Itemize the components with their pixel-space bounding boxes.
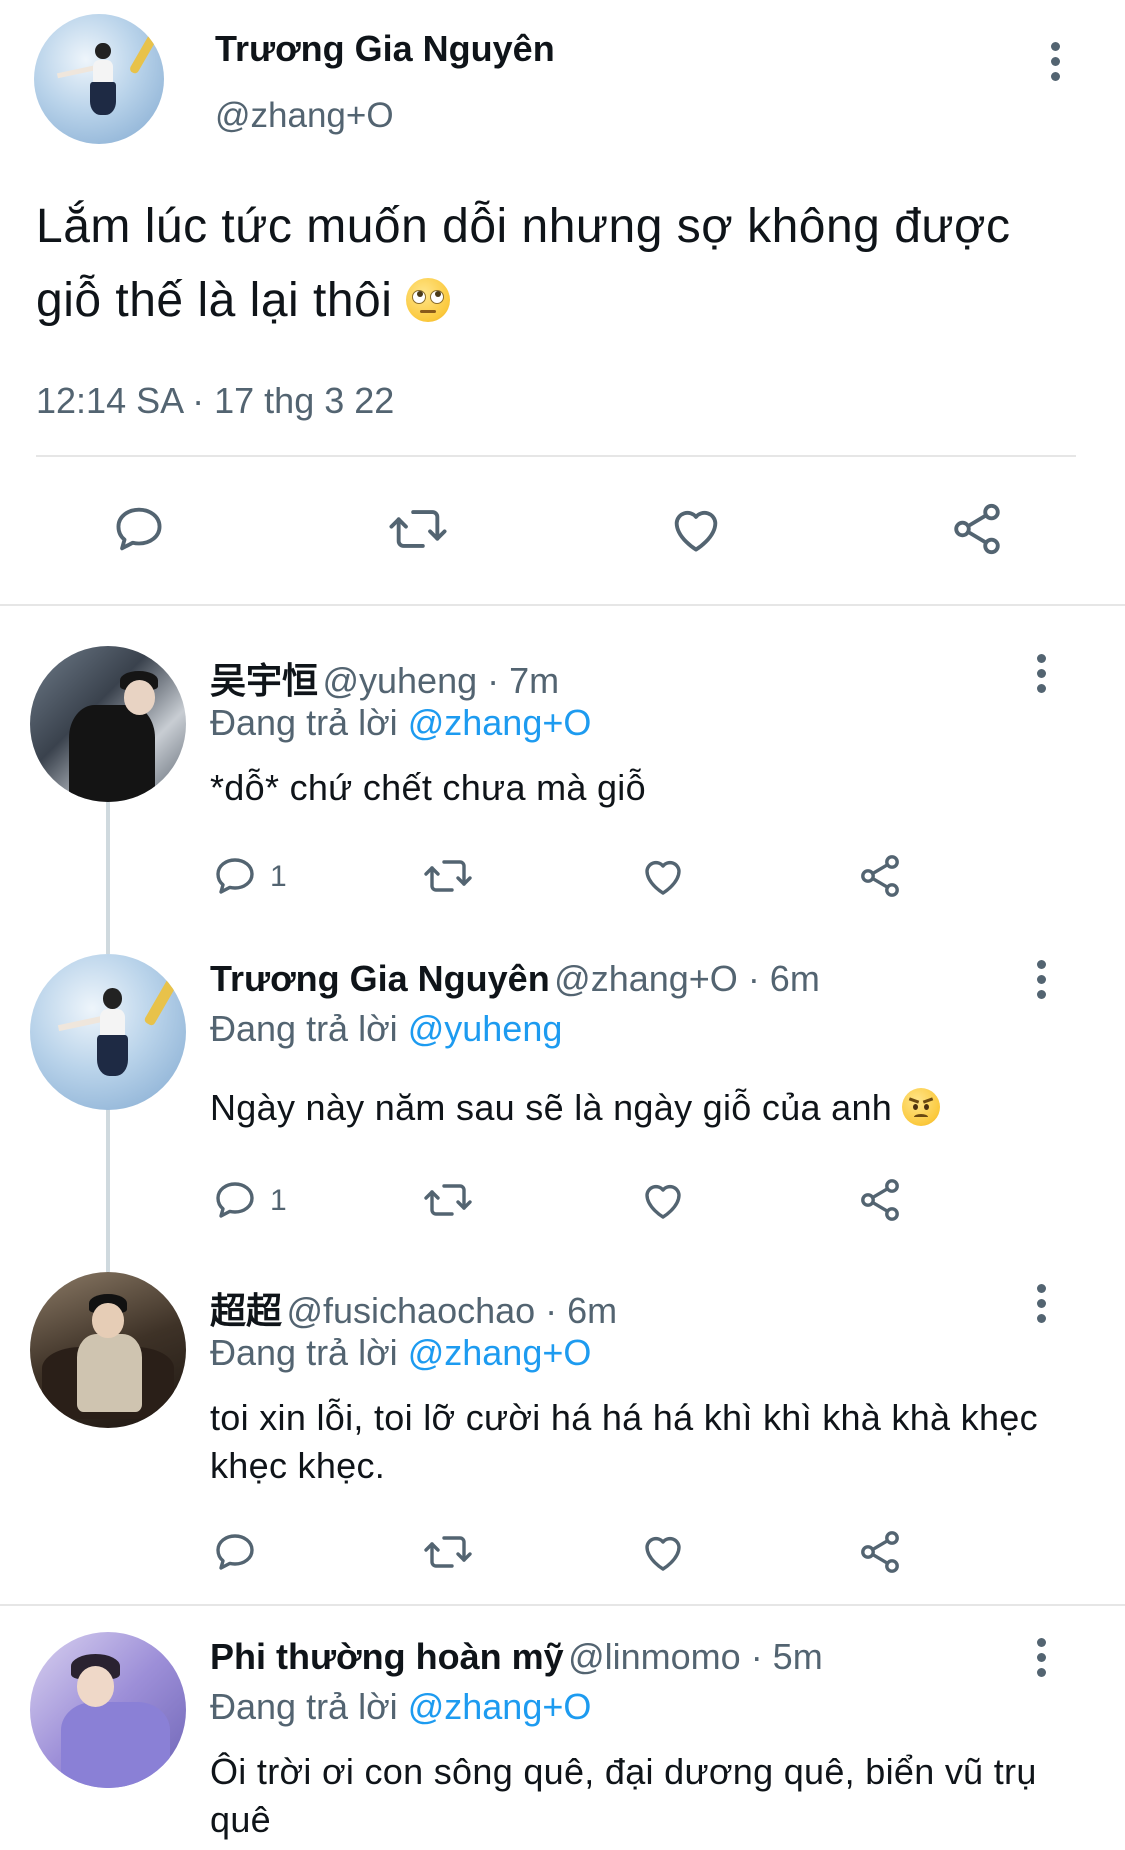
section-divider: [0, 604, 1125, 606]
reply-2-more-icon[interactable]: [1034, 958, 1048, 1002]
reply-4-replying-to: Đang trả lời @zhang+O: [210, 1686, 591, 1728]
reply-3-handle[interactable]: @fusichaochao · 6m: [286, 1290, 617, 1331]
reply-1-header: 吴宇恒 @yuheng · 7m: [210, 652, 559, 704]
reply-3-like-icon[interactable]: [638, 1528, 688, 1576]
reply-4-text: Ôi trời ơi con sông quê, đại dương quê, …: [210, 1751, 1037, 1840]
main-like-icon[interactable]: [666, 500, 726, 558]
reply-2-reply-count: 1: [270, 1184, 287, 1217]
reply-4-name[interactable]: Phi thường hoàn mỹ: [210, 1636, 564, 1677]
reply-2-share-icon[interactable]: [856, 1176, 904, 1224]
main-author-name[interactable]: Trương Gia Nguyên: [215, 28, 555, 70]
reply-3-avatar[interactable]: [30, 1272, 186, 1428]
main-tweet-text: Lắm lúc tức muốn dỗi nhưng sợ không được…: [36, 190, 1036, 338]
reply-1-name[interactable]: 吴宇恒: [210, 660, 318, 701]
reply-3-text: toi xin lỗi, toi lỡ cười há há há khì kh…: [210, 1397, 1038, 1486]
reply-2-text-body: Ngày này năm sau sẽ là ngày giỗ của anh: [210, 1087, 893, 1128]
reply-1-reply-icon[interactable]: [210, 852, 260, 900]
main-author-handle[interactable]: @zhang+O: [215, 96, 394, 136]
reply-3-header: 超超 @fusichaochao · 6m: [210, 1282, 617, 1334]
reply-1-retweet-icon[interactable]: [420, 852, 476, 900]
reply-3-retweet-icon[interactable]: [420, 1528, 476, 1576]
reply-1-mention-link[interactable]: @zhang+O: [408, 702, 592, 743]
main-more-icon[interactable]: [1048, 40, 1062, 84]
main-divider: [36, 455, 1076, 457]
reply-3-name[interactable]: 超超: [210, 1290, 282, 1331]
reply-2-mention-link[interactable]: @yuheng: [408, 1008, 563, 1049]
reply-4-header: Phi thường hoàn mỹ @linmomo · 5m: [210, 1636, 823, 1678]
reply-3-more-icon[interactable]: [1034, 1282, 1048, 1326]
reply-4-handle[interactable]: @linmomo · 5m: [568, 1636, 823, 1677]
reply-1-replying-prefix: Đang trả lời: [210, 702, 398, 743]
main-retweet-icon[interactable]: [386, 500, 450, 558]
reply-1-more-icon[interactable]: [1034, 652, 1048, 696]
reply-1-replying-to: Đang trả lời @zhang+O: [210, 702, 591, 744]
reply-3-share-icon[interactable]: [856, 1528, 904, 1576]
main-share-icon[interactable]: [948, 500, 1006, 558]
reply-divider: [0, 1604, 1125, 1606]
reply-1-text: *dỗ* chứ chết chưa mà giỗ: [210, 767, 646, 808]
reply-1-share-icon[interactable]: [856, 852, 904, 900]
reply-1-avatar[interactable]: [30, 646, 186, 802]
reply-2-replying-prefix: Đang trả lời: [210, 1008, 398, 1049]
reply-3-replying-prefix: Đang trả lời: [210, 1332, 398, 1373]
reply-1-reply-count: 1: [270, 860, 287, 893]
reply-1-like-icon[interactable]: [638, 852, 688, 900]
reply-2-text: Ngày này năm sau sẽ là ngày giỗ của anh: [210, 1084, 1110, 1132]
thread-line-2: [106, 1108, 110, 1272]
reply-3-mention-link[interactable]: @zhang+O: [408, 1332, 592, 1373]
reply-3-replying-to: Đang trả lời @zhang+O: [210, 1332, 591, 1374]
reply-2-handle[interactable]: @zhang+O · 6m: [554, 958, 820, 999]
main-tweet-text-body: Lắm lúc tức muốn dỗi nhưng sợ không được…: [36, 200, 1011, 327]
angry-face-emoji-icon: [902, 1088, 941, 1126]
reply-4-replying-prefix: Đang trả lời: [210, 1686, 398, 1727]
reply-2-reply-icon[interactable]: [210, 1176, 260, 1224]
thread-line-1: [106, 802, 110, 954]
reply-2-header: Trương Gia Nguyên @zhang+O · 6m: [210, 958, 820, 1000]
reply-2-avatar[interactable]: [30, 954, 186, 1110]
reply-4-avatar[interactable]: [30, 1632, 186, 1788]
reply-1-handle[interactable]: @yuheng · 7m: [322, 660, 559, 701]
reply-2-retweet-icon[interactable]: [420, 1176, 476, 1224]
rolling-eyes-emoji-icon: [406, 278, 451, 322]
main-reply-icon[interactable]: [110, 500, 168, 558]
reply-4-mention-link[interactable]: @zhang+O: [408, 1686, 592, 1727]
reply-2-like-icon[interactable]: [638, 1176, 688, 1224]
main-author-avatar[interactable]: [34, 14, 164, 144]
reply-4-more-icon[interactable]: [1034, 1636, 1048, 1680]
main-tweet-timestamp[interactable]: 12:14 SA · 17 thg 3 22: [36, 380, 394, 422]
reply-3-reply-icon[interactable]: [210, 1528, 260, 1576]
reply-2-replying-to: Đang trả lời @yuheng: [210, 1008, 562, 1050]
reply-2-name[interactable]: Trương Gia Nguyên: [210, 958, 550, 999]
